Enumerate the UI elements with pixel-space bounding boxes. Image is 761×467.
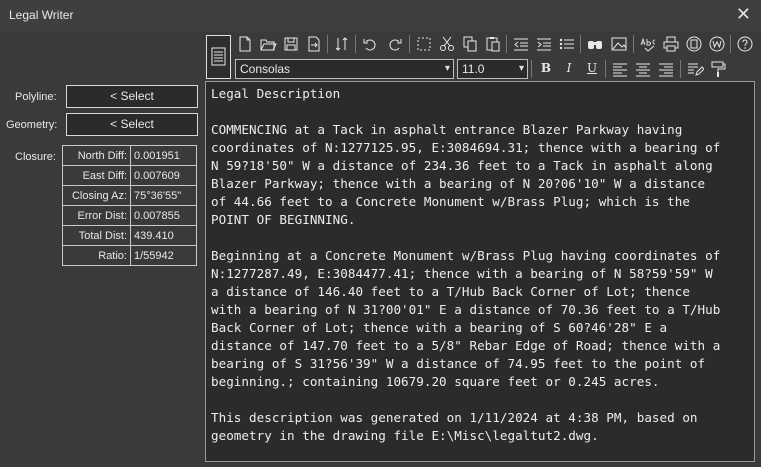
bold-button[interactable]: B: [537, 60, 555, 78]
redo-icon[interactable]: [386, 35, 404, 53]
toolbar-separator: [327, 35, 328, 53]
toolbar-separator: [409, 35, 410, 53]
editor-line: Beginning at a Concrete Monument w/Brass…: [211, 248, 721, 263]
bullet-list-icon[interactable]: [558, 35, 576, 53]
document-view-button[interactable]: [206, 35, 231, 79]
toolbar-separator: [580, 35, 581, 53]
select-region-icon[interactable]: [415, 35, 433, 53]
legal-description-editor[interactable]: Legal Description COMMENCING at a Tack i…: [205, 81, 755, 462]
font-size-select[interactable]: 11.0 ▾: [457, 59, 528, 79]
cut-icon[interactable]: [438, 35, 456, 53]
editor-line: a distance of 146.40 feet to a T/Hub Bac…: [211, 284, 690, 299]
find-icon[interactable]: [586, 35, 604, 53]
editor-line: COMMENCING at a Tack in asphalt entrance…: [211, 122, 683, 137]
document-icon: [211, 47, 226, 66]
close-icon[interactable]: ✕: [736, 4, 751, 25]
new-file-icon[interactable]: [236, 35, 254, 53]
paste-icon[interactable]: [484, 35, 502, 53]
sort-icon[interactable]: [333, 35, 351, 53]
closure-row-ratio: Ratio: 1/55942: [62, 245, 197, 266]
align-center-icon[interactable]: [634, 60, 652, 78]
spell-check-icon[interactable]: [639, 35, 657, 53]
closure-label: Closure:: [15, 151, 56, 163]
editor-line: Back Corner of Lot; thence with a bearin…: [211, 320, 668, 335]
polyline-label: Polyline:: [15, 91, 57, 103]
save-icon[interactable]: [282, 35, 300, 53]
toolbar-separator: [633, 35, 634, 53]
editor-line: bearing of S 31?56'39" W a distance of 7…: [211, 356, 706, 371]
closure-row-closing-az: Closing Az: 75°36'55": [62, 185, 197, 206]
open-folder-icon[interactable]: [259, 35, 277, 53]
window-title: Legal Writer: [9, 8, 74, 22]
copy-icon[interactable]: [461, 35, 479, 53]
closure-row-north-diff: North Diff: 0.001951: [62, 145, 197, 166]
underline-button[interactable]: U: [583, 60, 601, 78]
editor-line: coordinates of N:1277125.95, E:3084694.3…: [211, 140, 721, 155]
editor-line: beginning.; containing 10679.20 square f…: [211, 374, 660, 389]
closure-row-error-dist: Error Dist: 0.007855: [62, 205, 197, 226]
toolbar-separator: [680, 60, 681, 78]
font-size-value: 11.0: [462, 62, 485, 76]
editor-line: N 59?18'50" W a distance of 234.36 feet …: [211, 158, 713, 173]
editor-line: N:1277287.49, E:3084477.41; thence with …: [211, 266, 713, 281]
font-name-value: Consolas: [240, 62, 291, 76]
edit-format-icon[interactable]: [686, 60, 704, 78]
total-dist-label: Total Dist:: [62, 225, 131, 246]
error-dist-label: Error Dist:: [62, 205, 131, 226]
closure-table: North Diff: 0.001951 East Diff: 0.007609…: [62, 145, 197, 266]
undo-icon[interactable]: [361, 35, 379, 53]
italic-button[interactable]: I: [560, 60, 578, 78]
closing-az-label: Closing Az:: [62, 185, 131, 206]
editor-line: POINT OF BEGINNING.: [211, 212, 356, 227]
align-left-icon[interactable]: [611, 60, 629, 78]
total-dist-value: 439.410: [130, 225, 197, 246]
ratio-value: 1/55942: [130, 245, 197, 266]
toolbar-separator: [531, 60, 532, 78]
editor-line: Blazer Parkway; thence with a bearing of…: [211, 176, 706, 191]
north-diff-label: North Diff:: [62, 145, 131, 166]
error-dist-value: 0.007855: [130, 205, 197, 226]
toolbar-separator: [730, 35, 731, 53]
polyline-select-button[interactable]: < Select: [66, 85, 198, 108]
print-icon[interactable]: [662, 35, 680, 53]
outdent-icon[interactable]: [512, 35, 530, 53]
east-diff-label: East Diff:: [62, 165, 131, 186]
align-right-icon[interactable]: [657, 60, 675, 78]
image-icon[interactable]: [610, 35, 628, 53]
editor-line: Legal Description: [211, 86, 341, 101]
font-name-select[interactable]: Consolas ▾: [235, 59, 454, 79]
format-painter-icon[interactable]: [709, 60, 727, 78]
east-diff-value: 0.007609: [130, 165, 197, 186]
help-icon[interactable]: [736, 35, 754, 53]
geometry-label: Geometry:: [6, 119, 58, 131]
title-bar: Legal Writer ✕: [0, 0, 761, 32]
closing-az-value: 75°36'55": [130, 185, 197, 206]
chevron-down-icon: ▾: [444, 63, 450, 74]
geometry-select-button[interactable]: < Select: [66, 113, 198, 136]
north-diff-value: 0.001951: [130, 145, 197, 166]
editor-line: geometry in the drawing file E:\Misc\leg…: [211, 428, 599, 443]
indent-icon[interactable]: [535, 35, 553, 53]
editor-line: This description was generated on 1/11/2…: [211, 410, 698, 425]
export-word-icon[interactable]: [708, 35, 726, 53]
editor-line: of 44.66 feet to a Concrete Monument w/B…: [211, 194, 690, 209]
export-icon[interactable]: [305, 35, 323, 53]
editor-line: [211, 229, 754, 247]
closure-row-total-dist: Total Dist: 439.410: [62, 225, 197, 246]
editor-line: [211, 103, 754, 121]
editor-line: [211, 391, 754, 409]
toolbar-separator: [506, 35, 507, 53]
editor-line: distance of 147.70 feet to a 5/8" Rebar …: [211, 338, 721, 353]
export-pdf-icon[interactable]: [685, 35, 703, 53]
toolbar-separator: [605, 60, 606, 78]
chevron-down-icon: ▾: [518, 63, 524, 74]
closure-row-east-diff: East Diff: 0.007609: [62, 165, 197, 186]
toolbar-separator: [355, 35, 356, 53]
editor-line: with a bearing of N 31?00'01" E a distan…: [211, 302, 721, 317]
ratio-label: Ratio:: [62, 245, 131, 266]
